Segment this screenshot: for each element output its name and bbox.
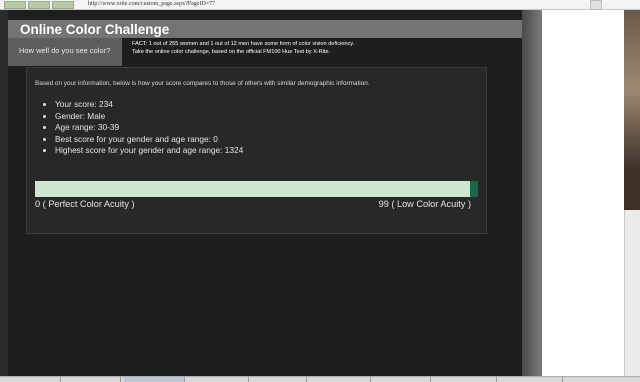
results-list: Your score: 234 Gender: Male Age range: … bbox=[55, 99, 243, 157]
page-title: Online Color Challenge bbox=[20, 22, 170, 37]
tab-label: How well do you see color? bbox=[19, 46, 111, 55]
right-margin bbox=[542, 10, 624, 381]
taskbar-item[interactable] bbox=[306, 377, 371, 382]
taskbar-item[interactable] bbox=[124, 377, 185, 382]
taskbar-item[interactable] bbox=[430, 377, 497, 382]
list-item-age-range: Age range: 30-39 bbox=[55, 122, 243, 134]
fact-text: FACT: 1 out of 255 women and 1 out of 12… bbox=[132, 41, 402, 56]
list-item-highest-score: Highest score for your gender and age ra… bbox=[55, 145, 243, 157]
results-intro: Based on your information, below is how … bbox=[35, 80, 370, 87]
list-item-gender: Gender: Male bbox=[55, 111, 243, 123]
status-segment bbox=[60, 377, 121, 382]
url-field[interactable]: http://www.xrite.com/custom_page.aspx?Pa… bbox=[88, 0, 215, 9]
challenge-page: Online Color Challenge How well do you s… bbox=[8, 10, 522, 381]
acuity-bar bbox=[35, 181, 478, 197]
scrollbar[interactable] bbox=[624, 210, 640, 381]
forward-button[interactable] bbox=[28, 1, 50, 9]
status-bar bbox=[0, 376, 640, 382]
go-button[interactable] bbox=[590, 0, 602, 10]
refresh-button[interactable] bbox=[52, 1, 74, 9]
list-item-best-score: Best score for your gender and age range… bbox=[55, 134, 243, 146]
taskbar-item[interactable] bbox=[496, 377, 563, 382]
scale-label-left: 0 ( Perfect Color Acuity ) bbox=[35, 199, 135, 209]
results-panel: Based on your information, below is how … bbox=[26, 67, 487, 234]
status-segment bbox=[0, 377, 61, 382]
score-marker bbox=[470, 181, 478, 197]
fact-line-1: FACT: 1 out of 255 women and 1 out of 12… bbox=[132, 41, 355, 47]
fact-line-2: Take the online color challenge, based o… bbox=[132, 48, 331, 55]
acuity-bar-fill bbox=[35, 181, 470, 197]
tab-how-well[interactable]: How well do you see color? bbox=[8, 38, 122, 66]
page-shadow bbox=[522, 10, 542, 381]
scale-label-right: 99 ( Low Color Acuity ) bbox=[378, 199, 471, 209]
left-page-edge bbox=[0, 10, 8, 381]
address-bar: http://www.xrite.com/custom_page.aspx?Pa… bbox=[0, 0, 640, 10]
taskbar-item[interactable] bbox=[184, 377, 249, 382]
side-photo bbox=[624, 10, 640, 210]
taskbar-item[interactable] bbox=[248, 377, 307, 382]
taskbar-item[interactable] bbox=[370, 377, 431, 382]
list-item-score: Your score: 234 bbox=[55, 99, 243, 111]
back-button[interactable] bbox=[4, 1, 26, 9]
